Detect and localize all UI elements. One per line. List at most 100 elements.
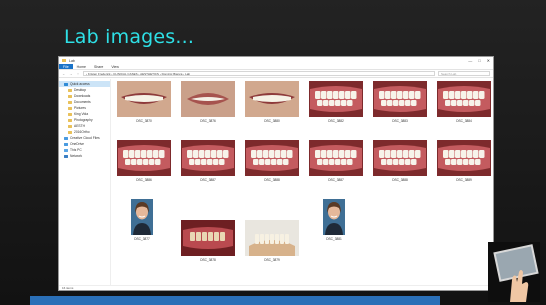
tab-share[interactable]: Share [90,64,107,69]
file-explorer-window: Lab — □ ✕ File Home Share View ← → ↑ › K… [58,56,494,291]
photo-thumbnail-image [131,199,153,235]
window-controls: — □ ✕ [468,58,490,63]
file-name-label: DSC_3877 [134,237,150,241]
photo-thumbnail-image [373,81,427,117]
file-name-label: DSC_3870 [136,119,152,123]
folder-icon [68,106,72,110]
file-name-label: DSC_3886 [136,178,152,182]
photo-thumbnail-image [245,220,299,256]
nav-item-label: Documents [74,100,91,104]
file-name-label: DSC_3887 [200,178,216,182]
file-thumbnail[interactable]: DSC_3879 [245,220,299,262]
file-thumbnail[interactable]: DSC_3889 [437,140,491,182]
folder-icon [68,124,72,128]
star-icon [64,82,68,86]
minimize-button[interactable]: — [468,58,472,63]
tab-view[interactable]: View [107,64,123,69]
photo-thumbnail-image [373,140,427,176]
nav-item-label: Photography [74,118,93,122]
file-thumbnail[interactable]: DSC_3881 [323,199,345,241]
nav-item-label: Quick access [70,82,90,86]
explorer-content: Quick access Desktop Downloads Documents Pic… [59,79,493,285]
nav-item-label: 2016Ortho [74,130,90,134]
file-name-label: DSC_3876 [200,119,216,123]
file-name-label: DSC_3883 [392,119,408,123]
file-thumbnail[interactable]: DSC_3876 [181,81,235,123]
window-title: Lab [69,58,75,63]
cloud-icon [64,142,68,146]
file-name-label: DSC_3882 [328,119,344,123]
nav-item-label: Network [70,154,83,158]
tab-file[interactable]: File [59,64,73,69]
nav-item-label: Desktop [74,88,87,92]
folder-icon [68,130,72,134]
nav-item-label: King Vida [74,112,89,116]
navigation-pane: Quick access Desktop Downloads Documents Pic… [59,79,111,285]
photo-thumbnail-image [309,81,363,117]
folder-icon [68,112,72,116]
nav-item-label: Downloads [74,94,91,98]
file-name-label: DSC_3881 [326,237,342,241]
photo-thumbnail-image [181,140,235,176]
accent-bar [30,296,440,305]
file-thumbnail[interactable]: DSC_3883 [373,81,427,123]
file-thumbnail[interactable]: DSC_3877 [131,199,153,241]
folder-icon [68,94,72,98]
file-thumbnail[interactable]: DSC_3887 [309,140,363,182]
folder-icon [68,88,72,92]
maximize-button[interactable]: □ [478,58,480,63]
hand-touch-image [488,242,540,302]
up-button[interactable]: ↑ [76,72,80,76]
file-thumbnail[interactable]: DSC_3888 [373,140,427,182]
file-thumbnail[interactable]: DSC_3886 [117,140,171,182]
photo-thumbnail-image [245,81,299,117]
address-bar[interactable]: › Kristen Frederick › CLINICAL CASES › A… [83,71,435,76]
status-bar: 16 items [59,285,493,290]
file-name-label: DSC_3879 [264,258,280,262]
nav-item-label: This PC [70,148,82,152]
photo-thumbnail-image [245,140,299,176]
file-name-label: DSC_3878 [200,258,216,262]
cloud-icon [64,136,68,140]
photo-thumbnail-image [309,140,363,176]
presentation-slide: Lab images... Lab — □ ✕ File Home Share … [0,0,546,305]
folder-icon [68,118,72,122]
back-button[interactable]: ← [62,72,66,76]
file-thumbnail[interactable]: DSC_3878 [181,220,235,262]
nav-item-label: OneDrive [70,142,84,146]
nav-item-label: Creative Cloud Files [70,136,100,140]
nav-item[interactable]: Network [59,153,110,159]
network-icon [64,154,68,158]
tab-home[interactable]: Home [73,64,90,69]
file-thumbnail[interactable]: DSC_3880 [245,81,299,123]
photo-thumbnail-image [117,81,171,117]
photo-thumbnail-image [437,81,491,117]
file-name-label: DSC_3880 [264,119,280,123]
address-row: ← → ↑ › Kristen Frederick › CLINICAL CAS… [59,70,493,78]
photo-thumbnail-image [181,220,235,256]
forward-button[interactable]: → [69,72,73,76]
nav-item-label: AESTH [74,124,85,128]
close-button[interactable]: ✕ [487,58,490,63]
photo-thumbnail-image [323,199,345,235]
file-name-label: DSC_3888 [264,178,280,182]
photo-thumbnail-image [181,81,235,117]
folder-icon [68,100,72,104]
folder-icon [62,59,66,62]
file-name-label: DSC_3889 [456,178,472,182]
photo-thumbnail-image [117,140,171,176]
computer-icon [64,148,68,152]
file-thumbnail[interactable]: DSC_3884 [437,81,491,123]
file-thumbnail[interactable]: DSC_3887 [181,140,235,182]
nav-item-label: Pictures [74,106,86,110]
file-thumbnail[interactable]: DSC_3870 [117,81,171,123]
file-list: DSC_3870 DSC_3876 DSC_3880 DSC_3882 DSC_3883… [111,79,493,285]
search-input[interactable]: Search Lab [438,71,490,76]
file-name-label: DSC_3887 [328,178,344,182]
file-thumbnail[interactable]: DSC_3888 [245,140,299,182]
file-name-label: DSC_3884 [456,119,472,123]
window-titlebar: Lab — □ ✕ [59,57,493,64]
file-name-label: DSC_3888 [392,178,408,182]
slide-title: Lab images... [64,26,195,48]
file-thumbnail[interactable]: DSC_3882 [309,81,363,123]
